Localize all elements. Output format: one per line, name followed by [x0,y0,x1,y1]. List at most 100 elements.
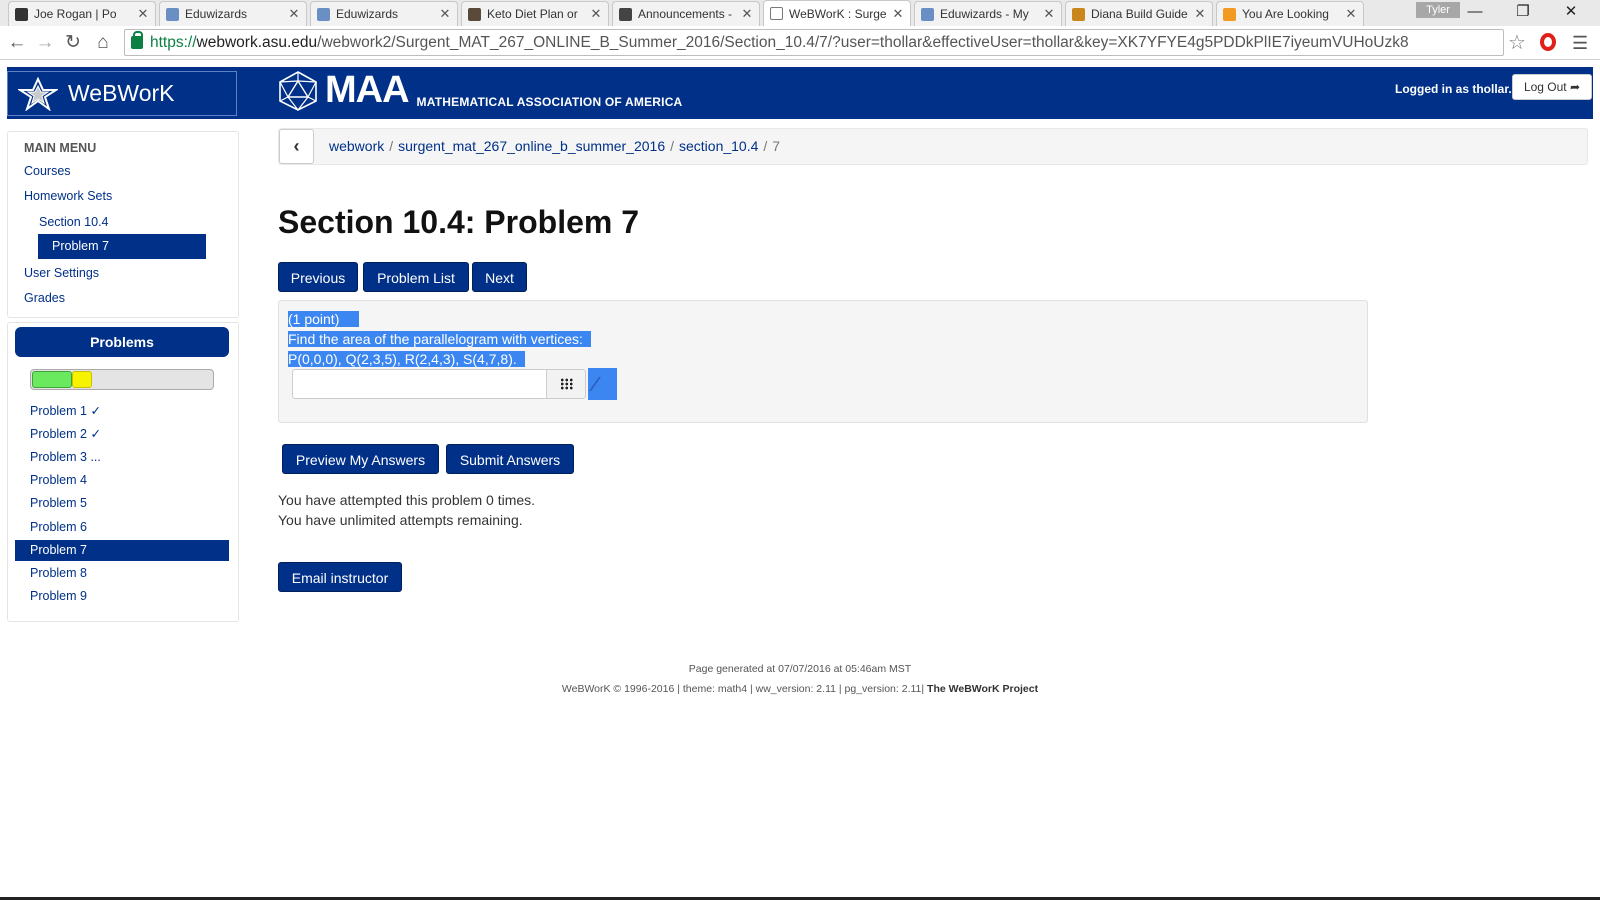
breadcrumb-separator: / [389,138,394,154]
logout-label: Log Out [1523,80,1567,94]
breadcrumb-link-course[interactable]: surgent_mat_267_online_b_summer_2016 [398,138,665,154]
tab-close-icon[interactable]: ✕ [288,6,300,22]
preview-answers-button[interactable]: Preview My Answers [282,444,439,474]
browser-tab[interactable]: Announcements - ✕ [612,1,760,26]
url-path: /webwork2/Surgent_MAT_267_ONLINE_B_Summe… [317,33,1409,51]
tab-close-icon[interactable]: ✕ [137,6,149,22]
webwork-brand[interactable]: WeBWorK [7,71,237,116]
tab-close-icon[interactable]: ✕ [741,6,753,22]
problems-panel: Problems Problem 1 ✓ Problem 2 ✓ Problem 3… [7,322,239,622]
menu-item-section[interactable]: Section 10.4 [39,215,109,229]
browser-tab[interactable]: Diana Build Guide ✕ [1065,1,1213,26]
problem-list-item[interactable]: Problem 7 [15,539,229,561]
browser-tab[interactable]: WeBWorK : Surge ✕ [763,0,911,26]
browser-tab[interactable]: Keto Diet Plan or ✕ [461,1,609,26]
tab-title: Joe Rogan | Po [34,7,117,21]
problem-statement: Find the area of the parallelogram with … [288,331,583,347]
browser-tab[interactable]: Eduwizards ✕ [310,1,458,26]
breadcrumb-current: 7 [772,138,781,154]
site-icon [468,7,481,21]
problem-list-item[interactable]: Problem 1 ✓ [15,401,229,422]
menu-item-courses[interactable]: Courses [24,164,71,178]
logout-button[interactable]: Log Out ➦ [1512,74,1592,100]
progress-correct [32,371,72,388]
breadcrumb-back-button[interactable]: ‹ [279,129,314,164]
selection-pad [516,351,525,367]
submit-answers-button[interactable]: Submit Answers [446,444,574,474]
attempts-count: You have attempted this problem 0 times. [278,492,536,508]
tab-title: WeBWorK : Surge [789,6,887,21]
breadcrumb-separator: / [670,138,674,154]
forward-icon[interactable]: → [32,30,58,56]
matrix-grid-button[interactable] [546,369,586,399]
bookmark-star-icon[interactable]: ☆ [1508,30,1526,55]
browser-tab[interactable]: Eduwizards - My ✕ [914,1,1062,26]
problem-list-item[interactable]: Problem 3 ... [15,447,229,468]
browser-tab[interactable]: You Are Looking ✕ [1216,1,1364,26]
browser-menu-icon[interactable]: ☰ [1572,33,1588,54]
problem-vertices: P(0,0,0), Q(2,3,5), R(2,4,3), S(4,7,8). [288,351,517,367]
email-instructor-button[interactable]: Email instructor [278,562,402,592]
tab-close-icon[interactable]: ✕ [1043,6,1055,22]
menu-item-user-settings[interactable]: User Settings [24,266,99,280]
tab-title: Keto Diet Plan or [487,7,578,21]
home-icon[interactable]: ⌂ [90,30,116,56]
breadcrumb-link-webwork[interactable]: webwork [329,138,384,154]
equation-editor-button[interactable] [588,368,617,400]
problem-list-item[interactable]: Problem 5 [15,493,229,514]
maa-title: MAA [325,69,410,111]
problem-list-button[interactable]: Problem List [363,262,469,292]
tab-close-icon[interactable]: ✕ [590,6,602,22]
tab-title: Diana Build Guide [1091,7,1188,21]
main-menu-title: MAIN MENU [24,141,97,155]
maa-logo[interactable]: MAA MATHEMATICAL ASSOCIATION OF AMERICA [277,69,682,112]
menu-item-grades[interactable]: Grades [24,291,65,305]
address-bar[interactable]: https://webwork.asu.edu/webwork2/Surgent… [124,29,1504,56]
url-text[interactable]: https://webwork.asu.edu/webwork2/Surgent… [150,34,1409,52]
problem-list-item[interactable]: Problem 9 [15,586,229,607]
menu-item-homework-sets[interactable]: Homework Sets [24,189,112,203]
main-menu: MAIN MENU Courses Homework Sets Section … [7,131,239,318]
close-window-icon[interactable]: ✕ [1548,0,1594,24]
next-button[interactable]: Next [472,262,527,292]
tab-close-icon[interactable]: ✕ [1345,6,1357,22]
footer-version: WeBWorK © 1996-2016 | theme: math4 | ww_… [561,683,925,695]
tab-close-icon[interactable]: ✕ [1194,6,1206,22]
problem-list-item[interactable]: Problem 4 [15,470,229,491]
selection-pad [339,311,359,327]
page-title: Section 10.4: Problem 7 [278,204,640,240]
browser-tab[interactable]: Eduwizards ✕ [159,1,307,26]
reload-icon[interactable]: ↻ [60,30,86,56]
maa-icosahedron-icon [279,70,317,111]
breadcrumb-link-section[interactable]: section_10.4 [679,138,758,154]
back-icon[interactable]: ← [4,30,30,56]
headphones-icon [15,7,28,21]
tab-close-icon[interactable]: ✕ [439,6,451,22]
problem-list-item[interactable]: Problem 6 [15,517,229,538]
webwork-header: WeBWorK MAA MATHEMATICAL ASSOCIATION OF … [7,67,1593,119]
problem-list-item[interactable]: Problem 2 ✓ [15,424,229,445]
tab-title: Eduwizards [336,7,399,21]
previous-button[interactable]: Previous [278,262,358,292]
attempts-info: You have attempted this problem 0 times.… [278,490,535,530]
footer-generated: Page generated at 07/07/2016 at 05:46am … [688,663,912,675]
tab-title: Eduwizards [185,7,248,21]
tab-title: You Are Looking [1242,7,1329,21]
footer-project-link[interactable]: The WeBWorK Project [927,683,1038,695]
attempts-remaining: You have unlimited attempts remaining. [278,512,523,528]
problem-list-item[interactable]: Problem 8 [15,563,229,584]
tab-title: Eduwizards - My [940,7,1029,21]
answer-input[interactable] [292,369,547,399]
minimize-icon[interactable]: — [1452,0,1498,24]
tab-close-icon[interactable]: ✕ [892,6,904,22]
opera-icon[interactable] [1540,33,1556,51]
restore-icon[interactable]: ❐ [1500,0,1546,24]
browser-tab[interactable]: Joe Rogan | Po ✕ [8,1,156,26]
lock-icon [131,31,143,49]
menu-item-problem-7[interactable]: Problem 7 [38,234,206,259]
problems-heading: Problems [15,327,229,357]
brand-name: WeBWorK [68,80,175,106]
page-icon [166,7,179,21]
document-icon [770,7,783,20]
webwork-logo-icon [18,76,58,111]
